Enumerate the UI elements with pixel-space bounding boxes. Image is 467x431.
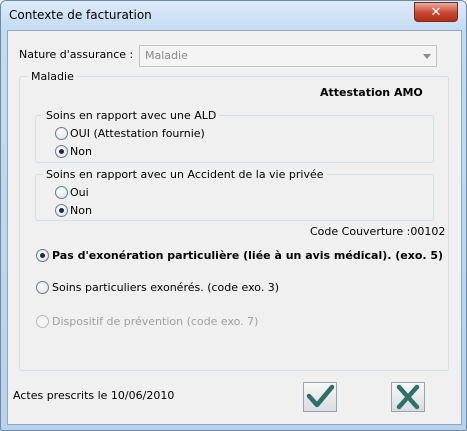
ald-non-label[interactable]: Non [70, 145, 92, 158]
exo-5-label[interactable]: Pas d'exonération particulière (liée à u… [52, 249, 443, 262]
actes-prescrits-label: Actes prescrits le 10/06/2010 [13, 389, 175, 402]
exo-3-radio[interactable] [36, 281, 49, 294]
exo-5-radio[interactable] [36, 249, 49, 262]
dialog-body: Nature d'assurance : Maladie Maladie Att… [7, 30, 462, 425]
window-title: Contexte de facturation [9, 8, 152, 22]
maladie-group-caption: Maladie [28, 70, 77, 83]
dialog-window: Contexte de facturation ✕ Nature d'assur… [0, 0, 467, 431]
ald-oui-label[interactable]: OUI (Attestation fournie) [70, 127, 205, 140]
chevron-down-icon [423, 54, 431, 59]
accident-non-radio[interactable] [55, 204, 68, 217]
checkmark-icon [306, 384, 335, 408]
accident-group [35, 174, 434, 221]
insurance-select[interactable]: Maladie [139, 45, 437, 67]
title-bar[interactable]: Contexte de facturation ✕ [1, 1, 466, 31]
code-couverture-label: Code Couverture :00102 [310, 225, 446, 238]
ald-group-caption: Soins en rapport avec une ALD [43, 109, 220, 122]
close-icon: ✕ [430, 4, 442, 20]
accident-oui-radio[interactable] [55, 186, 68, 199]
accident-group-caption: Soins en rapport avec un Accident de la … [43, 168, 327, 181]
ald-non-radio[interactable] [55, 145, 68, 158]
exo-7-label: Dispositif de prévention (code exo. 7) [52, 315, 259, 328]
insurance-select-value: Maladie [145, 49, 188, 62]
exo-7-radio [36, 315, 49, 328]
insurance-label: Nature d'assurance : [19, 48, 134, 61]
ok-button[interactable] [303, 382, 337, 412]
exo-3-label[interactable]: Soins particuliers exonérés. (code exo. … [52, 281, 279, 294]
cancel-button[interactable] [391, 382, 425, 412]
close-x-icon [396, 384, 420, 410]
close-button[interactable]: ✕ [414, 2, 458, 22]
attestation-amo-label: Attestation AMO [320, 86, 423, 99]
accident-non-label[interactable]: Non [70, 204, 92, 217]
accident-oui-label[interactable]: Oui [70, 186, 89, 199]
ald-oui-radio[interactable] [55, 127, 68, 140]
